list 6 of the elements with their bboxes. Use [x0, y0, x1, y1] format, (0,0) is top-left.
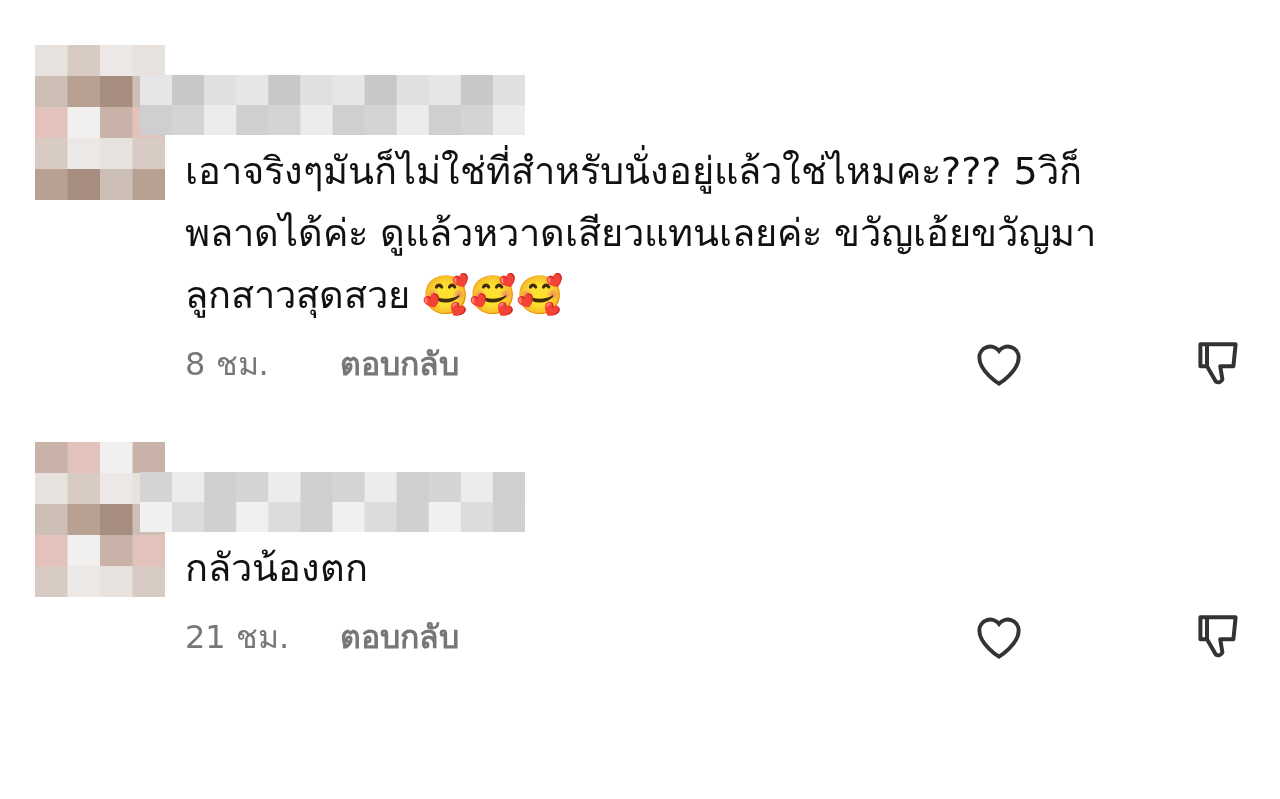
comment-time: 8 ชม. — [185, 344, 270, 385]
reply-link[interactable]: ตอบกลับ — [340, 613, 459, 661]
comment-time: 21 ชม. — [185, 617, 291, 658]
comment-text: เอาจริงๆมันก็ไม่ใช่ที่สำหรับนั่งอยู่แล้วใช่ไหมคะ??? 5วิก็พลาดได้ค่ะ ดูแล้วหวาดเสียวแทนเลยค่ะ ขวัญเอ้ยขวัญมาลูกสาวสุดสวย 🥰🥰🥰 — [185, 140, 1105, 326]
comment-text: กลัวน้องตก — [185, 545, 369, 592]
reply-link[interactable]: ตอบกลับ — [340, 340, 459, 388]
